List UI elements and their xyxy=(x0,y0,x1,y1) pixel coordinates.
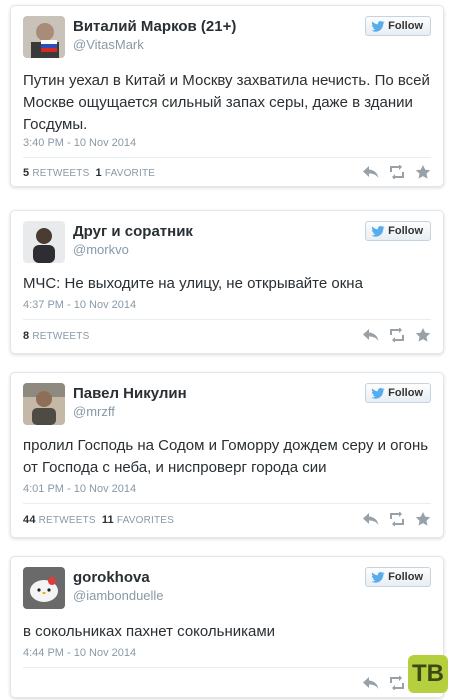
tweet-card: gorokhova @iambonduelle Follow в сокольн… xyxy=(10,556,444,698)
avatar[interactable] xyxy=(23,567,65,609)
user-handle[interactable]: @mrzff xyxy=(73,404,115,419)
twitter-bird-icon xyxy=(371,571,385,583)
reply-icon[interactable] xyxy=(363,676,379,690)
retweet-count[interactable]: 5 xyxy=(23,167,29,179)
tweet-actions xyxy=(363,165,431,179)
follow-button[interactable]: Follow xyxy=(365,567,431,587)
follow-button[interactable]: Follow xyxy=(365,221,431,241)
tweet-timestamp[interactable]: 4:01 PM - 10 Nov 2014 xyxy=(23,483,136,495)
user-name[interactable]: Друг и соратник xyxy=(73,223,193,240)
tweet-text: в сокольниках пахнет сокольниками xyxy=(23,623,276,640)
retweet-icon[interactable] xyxy=(389,165,405,179)
retweet-icon[interactable] xyxy=(389,328,405,342)
user-handle[interactable]: @morkvo xyxy=(73,242,129,257)
avatar[interactable] xyxy=(23,16,65,58)
retweet-icon[interactable] xyxy=(389,512,405,526)
twitter-bird-icon xyxy=(371,387,385,399)
follow-label: Follow xyxy=(388,387,423,399)
favorite-icon[interactable] xyxy=(415,512,431,526)
reply-icon[interactable] xyxy=(363,512,379,526)
favorite-count[interactable]: 11 xyxy=(102,514,114,526)
favorite-icon[interactable] xyxy=(415,328,431,342)
user-name[interactable]: gorokhova xyxy=(73,569,150,586)
retweet-count[interactable]: 44 xyxy=(23,514,36,526)
tweet-stats: 5 RETWEETS 1 FAVORITE xyxy=(23,167,155,179)
user-handle[interactable]: @VitasMark xyxy=(73,37,144,52)
user-handle[interactable]: @iambonduelle xyxy=(73,588,164,603)
tweet-text: МЧС: Не выходите на улицу, не открывайте… xyxy=(23,275,363,292)
tweet-card: Друг и соратник @morkvo Follow МЧС: Не в… xyxy=(10,210,444,354)
follow-label: Follow xyxy=(388,571,423,583)
twitter-bird-icon xyxy=(371,225,385,237)
avatar[interactable] xyxy=(23,221,65,263)
divider xyxy=(23,157,431,158)
follow-button[interactable]: Follow xyxy=(365,16,431,36)
tweet-text: Путин уехал в Китай и Москву захватила н… xyxy=(23,72,430,133)
reply-icon[interactable] xyxy=(363,328,379,342)
tweet-text: пролил Господь на Содом и Гоморру дождем… xyxy=(23,437,429,476)
follow-label: Follow xyxy=(388,20,423,32)
avatar[interactable] xyxy=(23,383,65,425)
tweet-timestamp[interactable]: 3:40 PM - 10 Nov 2014 xyxy=(23,137,136,149)
watermark-logo: ТВ xyxy=(408,655,448,693)
tweet-timestamp[interactable]: 4:44 PM - 10 Nov 2014 xyxy=(23,647,136,659)
tweet-stats: 8 RETWEETS xyxy=(23,330,90,342)
favorite-label[interactable]: FAVORITE xyxy=(105,168,155,179)
user-name[interactable]: Павел Никулин xyxy=(73,385,187,402)
tweet-card: Павел Никулин @mrzff Follow пролил Госпо… xyxy=(10,372,444,538)
tweet-timestamp[interactable]: 4:37 PM - 10 Nov 2014 xyxy=(23,299,136,311)
favorite-label[interactable]: FAVORITES xyxy=(117,515,174,526)
divider xyxy=(23,503,431,504)
retweet-label[interactable]: RETWEETS xyxy=(32,331,89,342)
reply-icon[interactable] xyxy=(363,165,379,179)
divider xyxy=(23,667,431,668)
divider xyxy=(23,319,431,320)
follow-button[interactable]: Follow xyxy=(365,383,431,403)
tweet-actions xyxy=(363,328,431,342)
retweet-count[interactable]: 8 xyxy=(23,330,29,342)
tweet-stats: 44 RETWEETS 11 FAVORITES xyxy=(23,514,174,526)
retweet-label[interactable]: RETWEETS xyxy=(39,515,96,526)
retweet-icon[interactable] xyxy=(389,676,405,690)
favorite-icon[interactable] xyxy=(415,165,431,179)
twitter-bird-icon xyxy=(371,20,385,32)
retweet-label[interactable]: RETWEETS xyxy=(32,168,89,179)
tweet-card: Виталий Марков (21+) @VitasMark Follow П… xyxy=(10,5,444,187)
favorite-count[interactable]: 1 xyxy=(96,167,102,179)
tweet-actions xyxy=(363,512,431,526)
follow-label: Follow xyxy=(388,225,423,237)
user-name[interactable]: Виталий Марков (21+) xyxy=(73,18,236,35)
